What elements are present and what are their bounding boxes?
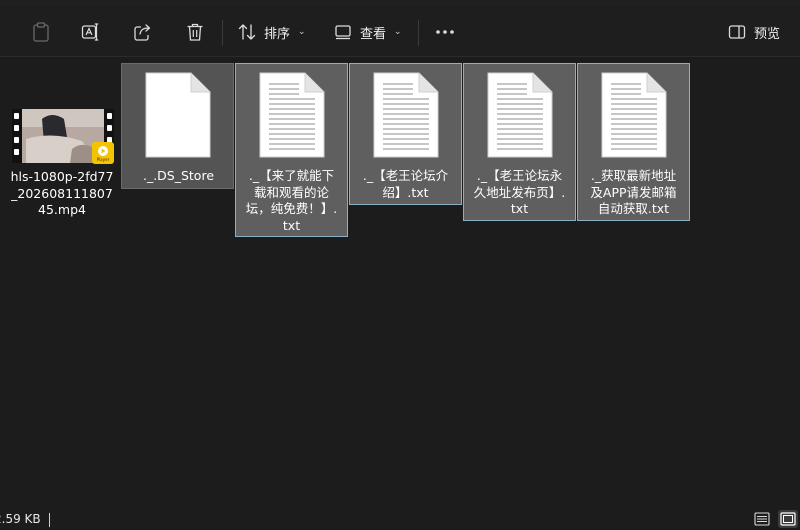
share-button[interactable] <box>130 16 156 48</box>
text-file-icon <box>373 72 439 158</box>
command-bar: 排序 ⌄ 查看 ⌄ 预览 <box>0 6 800 57</box>
more-icon <box>436 30 454 34</box>
text-file-icon <box>259 72 325 158</box>
file-list-area[interactable]: Player hls-1080p-2fd77_20260811180745.mp… <box>0 57 800 508</box>
preview-label: 预览 <box>754 26 781 42</box>
file-name: ._【来了就能下载和观看的论坛，纯免费！】.txt <box>245 168 338 233</box>
text-file-icon <box>487 72 553 158</box>
file-name: hls-1080p-2fd77_20260811180745.mp4 <box>10 169 114 217</box>
text-file-icon <box>601 72 667 158</box>
preview-pane-button[interactable]: 预览 <box>728 16 788 48</box>
file-item-txt-1[interactable]: ._【来了就能下载和观看的论坛，纯免费！】.txt <box>235 63 348 237</box>
chevron-down-icon: ⌄ <box>298 27 306 37</box>
sort-label: 排序 <box>264 26 291 42</box>
blank-file-icon <box>145 72 211 158</box>
details-view-icon <box>754 512 770 526</box>
selection-size-text: 2.59 KB <box>0 512 41 526</box>
delete-button[interactable] <box>182 16 208 48</box>
view-button[interactable]: 查看 ⌄ <box>334 16 408 48</box>
player-app-badge: Player <box>92 142 114 164</box>
toolbar-separator <box>222 20 223 46</box>
sort-button[interactable]: 排序 ⌄ <box>238 16 312 48</box>
file-name: ._.DS_Store <box>142 168 215 183</box>
rename-button[interactable] <box>78 16 104 48</box>
chevron-down-icon: ⌄ <box>394 27 402 37</box>
rename-icon <box>81 23 99 41</box>
toolbar-separator <box>418 20 419 46</box>
file-item-txt-3[interactable]: ._【老王论坛永久地址发布页】.txt <box>463 63 576 221</box>
details-view-button[interactable] <box>752 510 772 528</box>
status-divider <box>49 513 50 527</box>
file-item-txt-4[interactable]: ._获取最新地址及APP请发邮箱自动获取.txt <box>577 63 690 221</box>
large-icons-view-button[interactable] <box>778 510 798 528</box>
file-name: ._【老王论坛介绍】.txt <box>362 168 449 200</box>
preview-pane-icon <box>728 25 746 39</box>
file-name: ._获取最新地址及APP请发邮箱自动获取.txt <box>590 168 677 216</box>
file-item-video[interactable]: Player hls-1080p-2fd77_20260811180745.mp… <box>6 101 118 221</box>
trash-icon <box>187 23 203 41</box>
status-bar: 2.59 KB <box>0 508 800 530</box>
file-item-ds-store[interactable]: ._.DS_Store <box>121 63 234 189</box>
more-options-button[interactable] <box>432 16 458 48</box>
large-icons-view-icon <box>780 512 796 526</box>
view-label: 查看 <box>360 26 387 42</box>
sort-icon <box>238 24 256 40</box>
player-badge-label: Player <box>96 157 110 162</box>
clipboard-icon <box>33 22 49 42</box>
file-item-txt-2[interactable]: ._【老王论坛介绍】.txt <box>349 63 462 205</box>
file-name: ._【老王论坛永久地址发布页】.txt <box>473 168 566 216</box>
share-icon <box>134 24 151 41</box>
view-icon <box>335 25 351 40</box>
paste-button[interactable] <box>28 16 54 48</box>
